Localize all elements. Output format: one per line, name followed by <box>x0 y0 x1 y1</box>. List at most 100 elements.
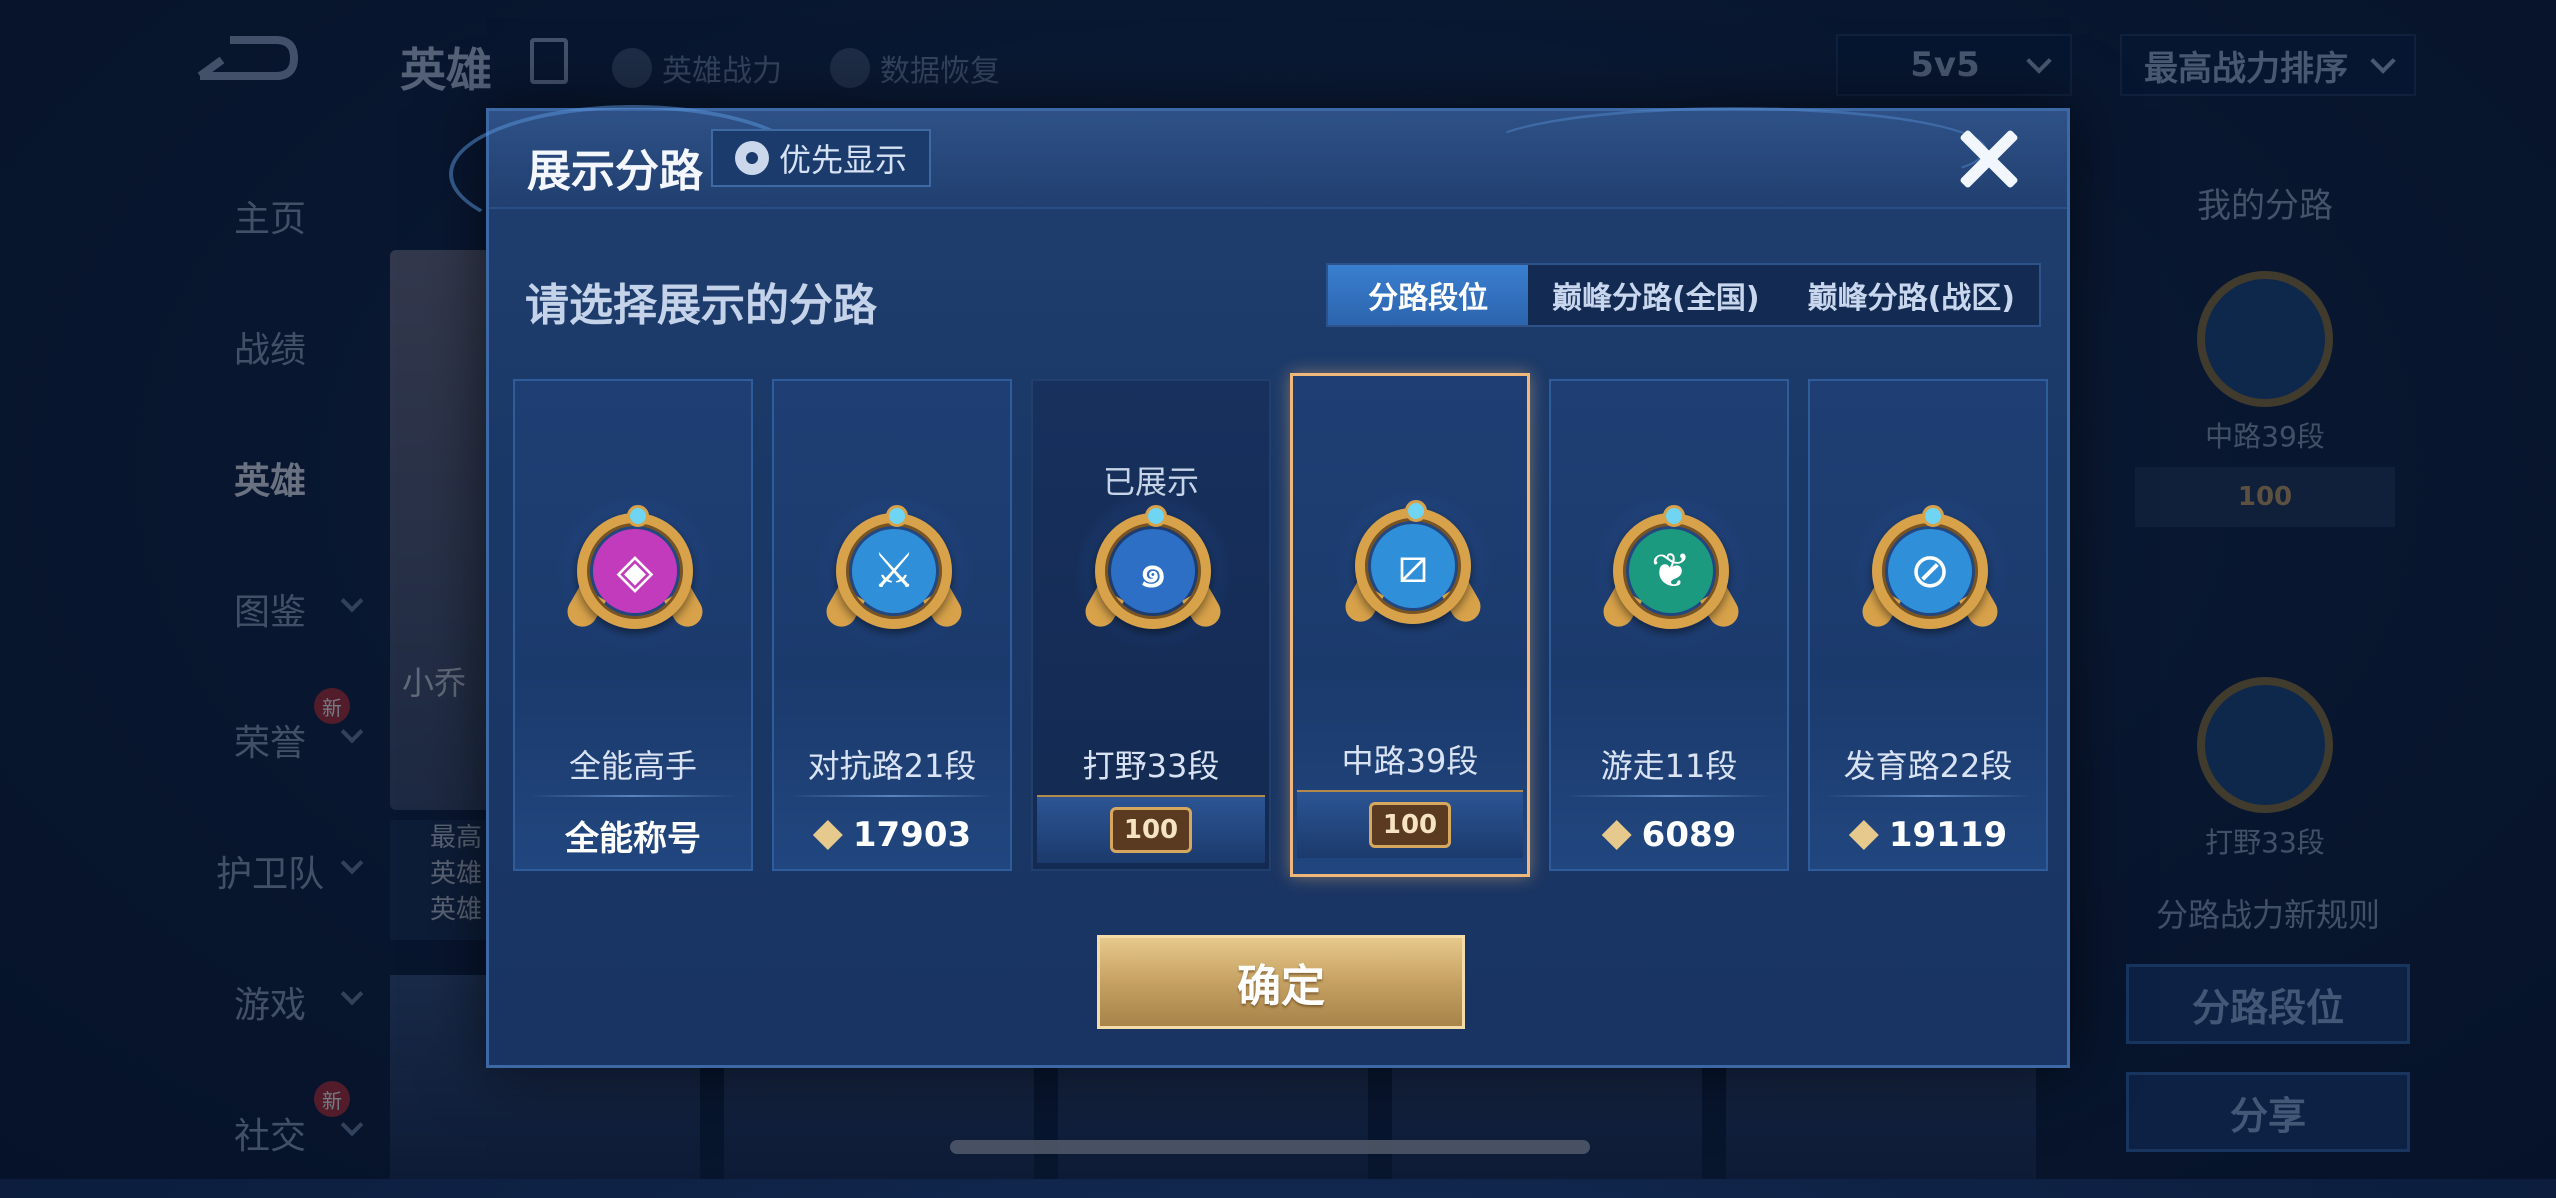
divider <box>1565 795 1773 797</box>
lane-name: 对抗路21段 <box>807 747 977 785</box>
lane-stat-value: 17903 <box>852 815 972 855</box>
my-lanes-panel: 我的分路 中路39段 100 打野33段 <box>2110 150 2420 861</box>
emblem-core: ⚔ <box>852 529 936 613</box>
sort-select-value: 最高战力排序 <box>2144 48 2348 89</box>
emblem-gem <box>627 505 649 527</box>
chevron-down-icon <box>340 720 364 744</box>
sidebar-item-label: 英雄 <box>233 460 306 502</box>
emblem-gem <box>1405 500 1427 522</box>
sort-select[interactable]: 最高战力排序 <box>2120 34 2416 96</box>
all-round-emblem-icon: ◈ <box>555 491 715 651</box>
jungle-emblem-icon <box>2197 677 2333 813</box>
rank-plate: 100 <box>1037 795 1265 863</box>
divider <box>788 795 996 797</box>
lane-stat: 19119 <box>1810 807 2046 863</box>
chevron-down-icon <box>2370 48 2396 74</box>
mode-select[interactable]: 5v5 <box>1836 34 2072 96</box>
decorative-swirl <box>1481 107 1987 193</box>
lane-card-jungle[interactable]: 已展示 ๑ 打野33段 100 <box>1031 379 1271 871</box>
confirm-button[interactable]: 确定 <box>1097 935 1465 1029</box>
hero-name: 小乔 <box>402 664 467 702</box>
sidebar-item-hero[interactable]: 英雄 <box>150 412 390 543</box>
divider <box>529 795 737 797</box>
my-lanes-title: 我的分路 <box>2197 186 2333 226</box>
sidebar-item-honor[interactable]: 荣誉新 <box>150 674 390 805</box>
document-icon[interactable] <box>530 38 568 84</box>
sidebar-item-label: 战绩 <box>233 329 306 371</box>
lane-rank-button[interactable]: 分路段位 <box>2126 964 2410 1044</box>
tab-lane-rank[interactable]: 分路段位 <box>1328 265 1529 325</box>
mid-lane-emblem-icon: ⧄ <box>1333 486 1493 646</box>
lane-card-farm-lane[interactable]: ⊘ 发育路22段 19119 <box>1808 379 2048 871</box>
my-lane-rank: 100 <box>2135 467 2395 527</box>
lane-stat-value: 全能称号 <box>565 818 701 859</box>
sidebar-item-social[interactable]: 社交新 <box>150 1067 390 1198</box>
farm-lane-emblem-icon: ⊘ <box>1850 491 2010 651</box>
sidebar-item-codex[interactable]: 图鉴 <box>150 543 390 674</box>
emblem-gem <box>1145 505 1167 527</box>
emblem-gem <box>886 505 908 527</box>
dialog-subtitle: 请选择展示的分路 <box>525 280 877 331</box>
lane-stat: 6089 <box>1551 807 1787 863</box>
home-indicator <box>950 1140 1590 1154</box>
emblem-core: ◈ <box>593 529 677 613</box>
divider <box>1824 795 2032 797</box>
sidebar-item-game[interactable]: 游戏 <box>150 936 390 1067</box>
lane-name: 中路39段 <box>1341 742 1479 780</box>
chevron-down-icon <box>2026 48 2052 74</box>
page-title: 英雄 <box>400 43 492 97</box>
sidebar-item-home[interactable]: 主页 <box>150 150 390 281</box>
hero-info: 最高 英雄 英雄 <box>390 820 490 940</box>
mode-select-value: 5v5 <box>1910 45 1980 85</box>
chevron-down-icon <box>340 982 364 1006</box>
lane-stat: 全能称号 <box>515 807 751 863</box>
rank-number: 100 <box>1110 807 1192 853</box>
helmet-icon <box>612 48 652 88</box>
hero-power-link[interactable]: 英雄战力 <box>612 46 782 90</box>
lane-name: 打野33段 <box>1082 747 1220 785</box>
priority-display-button[interactable]: 优先显示 <box>711 129 931 187</box>
lane-name: 游走11段 <box>1600 747 1738 785</box>
emblem-gem <box>1922 505 1944 527</box>
hero-info-line: 最高 <box>430 823 483 853</box>
dialog-title: 展示分路 <box>527 146 703 197</box>
lane-card-clash-lane[interactable]: ⚔ 对抗路21段 17903 <box>772 379 1012 871</box>
data-restore-label: 数据恢复 <box>880 54 1000 89</box>
new-badge: 新 <box>314 688 350 724</box>
sidebar: 主页 战绩 英雄 图鉴 荣誉新 护卫队 游戏 社交新 <box>150 150 390 1198</box>
share-button[interactable]: 分享 <box>2126 1072 2410 1152</box>
sidebar-item-label: 护卫队 <box>215 853 324 895</box>
hero-info-line: 英雄 <box>430 859 483 889</box>
priority-display-label: 优先显示 <box>778 141 907 179</box>
tab-peak-lane-region[interactable]: 巅峰分路(战区) <box>1784 265 2039 325</box>
hero-card[interactable] <box>390 250 490 810</box>
sidebar-item-label: 主页 <box>233 198 306 240</box>
sidebar-item-guard[interactable]: 护卫队 <box>150 805 390 936</box>
sidebar-item-record[interactable]: 战绩 <box>150 281 390 412</box>
lane-card-roam[interactable]: ❦ 游走11段 6089 <box>1549 379 1789 871</box>
restore-icon <box>830 48 870 88</box>
lane-name: 全能高手 <box>568 747 697 785</box>
dialog-header: 展示分路 优先显示 <box>449 105 2067 243</box>
lane-card-mid-lane[interactable]: ⧄ 中路39段 100 <box>1290 373 1530 877</box>
back-arrow-icon[interactable] <box>190 30 300 90</box>
close-icon[interactable] <box>1957 127 2021 191</box>
chevron-down-icon <box>340 851 364 875</box>
lane-stat-value: 19119 <box>1888 815 2008 855</box>
lane-card-all-round[interactable]: ◈ 全能高手全能称号 <box>513 379 753 871</box>
power-icon <box>812 820 843 850</box>
lane-type-tabs: 分路段位 巅峰分路(全国) 巅峰分路(战区) <box>1326 263 2041 327</box>
tab-peak-lane-national[interactable]: 巅峰分路(全国) <box>1528 265 1783 325</box>
roam-emblem-icon: ❦ <box>1591 491 1751 651</box>
sidebar-item-label: 游戏 <box>233 984 306 1026</box>
sidebar-item-label: 社交 <box>233 1115 306 1157</box>
clash-lane-emblem-icon: ⚔ <box>814 491 974 651</box>
gear-icon <box>734 141 769 175</box>
rank-number: 100 <box>1369 802 1451 848</box>
new-badge: 新 <box>314 1081 350 1117</box>
my-lane-label: 中路39段 <box>2205 420 2325 453</box>
lane-power-rules-link[interactable]: 分路战力新规则 <box>2126 890 2410 936</box>
emblem-core: ⧄ <box>1371 524 1455 608</box>
chevron-down-icon <box>340 1113 364 1137</box>
data-restore-link[interactable]: 数据恢复 <box>830 46 1000 90</box>
